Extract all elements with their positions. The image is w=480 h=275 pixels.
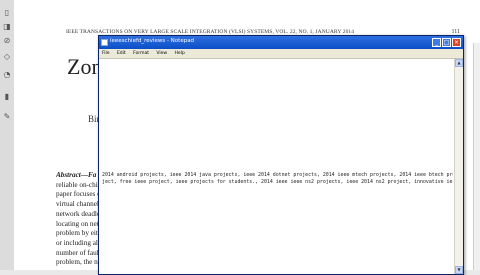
lock-icon[interactable]: ◔ — [2, 70, 12, 80]
menu-help[interactable]: Help — [175, 49, 185, 58]
attachment-icon[interactable]: ⊘ — [2, 36, 12, 46]
text-line: 2014 android projects, ieee 2014 java pr… — [102, 172, 453, 178]
maximize-button[interactable]: □ — [442, 38, 451, 47]
comment-icon[interactable]: ◇ — [2, 52, 12, 62]
notepad-titlebar[interactable]: ieeeschiefd_reviews - Notepad _ □ × — [99, 36, 463, 49]
security-icon[interactable]: ▮ — [2, 92, 12, 102]
close-button[interactable]: × — [452, 38, 461, 47]
scroll-down-button[interactable]: ▼ — [455, 266, 463, 274]
bookmark-icon[interactable]: ◨ — [2, 22, 12, 32]
text-line: ject, free ieee project, ieee projects f… — [102, 179, 453, 186]
window-title: ieeeschiefd_reviews - Notepad — [110, 38, 195, 44]
notepad-window[interactable]: ieeeschiefd_reviews - Notepad _ □ × File… — [98, 35, 464, 275]
scroll-up-button[interactable]: ▲ — [455, 59, 463, 67]
pdf-scrollbar[interactable] — [473, 43, 480, 270]
notepad-content: 2014 android projects, ieee 2014 java pr… — [102, 172, 453, 187]
navigation-tool-strip: ▯ ◨ ⊘ ◇ ◔ ▮ ✎ — [0, 0, 15, 270]
pen-icon[interactable]: ✎ — [2, 112, 12, 122]
menu-edit[interactable]: Edit — [117, 49, 126, 58]
menu-bar: File Edit Format View Help — [99, 49, 463, 59]
menu-view[interactable]: View — [156, 49, 167, 58]
menu-file[interactable]: File — [102, 49, 110, 58]
vertical-scrollbar[interactable]: ▲ ▼ — [454, 59, 463, 274]
menu-format[interactable]: Format — [133, 49, 149, 58]
minimize-button[interactable]: _ — [432, 38, 441, 47]
page-icon[interactable]: ▯ — [2, 8, 12, 18]
notepad-app-icon[interactable] — [101, 39, 108, 46]
notepad-text-area[interactable]: 2014 android projects, ieee 2014 java pr… — [99, 59, 455, 274]
